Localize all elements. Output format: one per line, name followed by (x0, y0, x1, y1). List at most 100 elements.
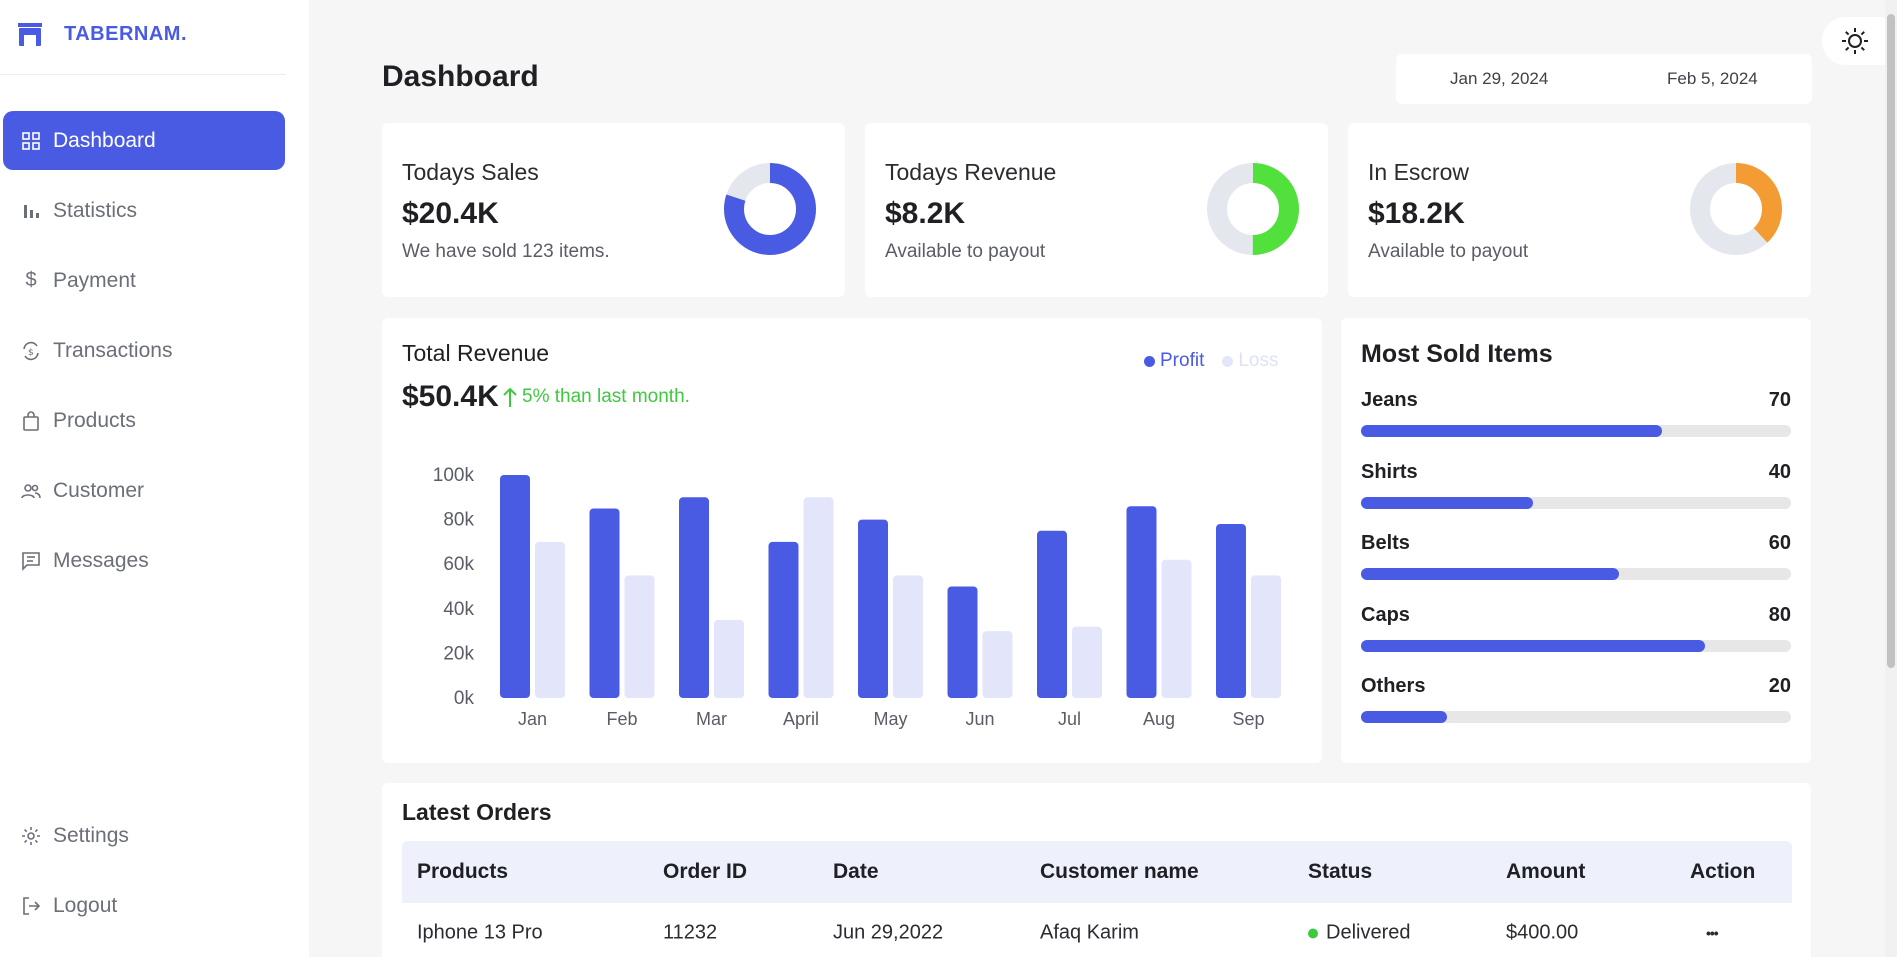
sidebar-item-settings[interactable]: Settings (3, 806, 285, 865)
revenue-growth: 5% than last month. (502, 386, 690, 408)
bar-profit[interactable] (679, 497, 709, 698)
bar-loss[interactable] (1072, 626, 1102, 698)
legend-profit[interactable]: Profit (1144, 350, 1204, 372)
sidebar-item-label: Dashboard (53, 128, 156, 152)
x-tick-label: Jul (1058, 709, 1081, 729)
stat-value: $20.4K (402, 197, 499, 230)
bar-loss[interactable] (535, 541, 565, 698)
sidebar-item-logout[interactable]: Logout (3, 876, 285, 935)
sidebar-item-label: Customer (53, 478, 145, 502)
status-dot (1308, 928, 1318, 938)
sidebar-item-label: Transactions (53, 338, 173, 362)
sidebar-item-label: Statistics (53, 198, 138, 222)
stat-subtitle: Available to payout (1368, 241, 1529, 262)
progress-track (1361, 711, 1791, 723)
legend-dot (1144, 355, 1155, 367)
page-title: Dashboard (382, 60, 539, 93)
sidebar-item-messages[interactable]: Messages (3, 531, 285, 590)
revenue-value: $50.4K (402, 380, 499, 413)
cell-product: Iphone 13 Pro (417, 921, 543, 944)
col-amount: Amount (1506, 860, 1586, 883)
item-count: 60 (1768, 532, 1791, 554)
item-label: Others (1361, 675, 1426, 697)
col-products: Products (417, 860, 509, 883)
item-label: Caps (1361, 604, 1410, 626)
brand-name: TABERNAM. (64, 22, 188, 45)
y-tick-label: 60k (443, 554, 474, 575)
gear-icon (19, 824, 43, 848)
message-icon (19, 549, 43, 573)
sidebar-item-label: Settings (53, 823, 129, 847)
sidebar-item-label: Logout (53, 893, 118, 917)
progress-track (1361, 640, 1791, 652)
sun-icon (1842, 28, 1868, 54)
item-label: Belts (1361, 532, 1410, 554)
date-end[interactable]: Feb 5, 2024 (1667, 69, 1758, 89)
sidebar-item-payment[interactable]: $ Payment (3, 251, 285, 310)
stat-title: Todays Sales (402, 159, 539, 185)
progress-track (1361, 568, 1791, 580)
bar-profit[interactable] (858, 519, 888, 698)
bar-profit[interactable] (589, 508, 620, 698)
x-tick-label: Jun (965, 709, 994, 729)
bar-profit[interactable] (768, 541, 799, 698)
x-tick-label: Aug (1143, 709, 1175, 729)
x-tick-label: May (873, 709, 907, 729)
sidebar-item-label: Payment (53, 268, 136, 292)
scrollbar[interactable] (1885, 0, 1897, 957)
sidebar-item-label: Messages (53, 548, 149, 572)
bar-loss[interactable] (982, 631, 1013, 698)
item-label: Shirts (1361, 461, 1418, 483)
stat-card-escrow: In Escrow $18.2K Available to payout (1348, 123, 1811, 297)
sidebar-item-dashboard[interactable]: Dashboard (3, 111, 285, 170)
legend-label: Loss (1238, 350, 1279, 371)
date-start[interactable]: Jan 29, 2024 (1450, 69, 1548, 89)
chart-legend: Profit Loss (1144, 350, 1297, 372)
sidebar-item-statistics[interactable]: Statistics (3, 181, 285, 240)
latest-orders-card: Latest Orders Products Order ID Date Cus… (382, 783, 1811, 957)
date-range-picker[interactable]: Jan 29, 2024 Feb 5, 2024 (1396, 54, 1812, 104)
sidebar-item-products[interactable]: Products (3, 391, 285, 450)
sidebar-item-transactions[interactable]: $ Transactions (3, 321, 285, 380)
x-tick-label: Mar (696, 709, 727, 729)
orders-title: Latest Orders (402, 799, 552, 825)
legend-dot (1222, 355, 1234, 367)
table-row[interactable]: Iphone 13 Pro 11232 Jun 29,2022 Afaq Kar… (402, 903, 1792, 957)
bar-profit[interactable] (1216, 524, 1246, 698)
item-count: 80 (1768, 604, 1791, 626)
progress-fill (1361, 425, 1662, 437)
x-tick-label: April (783, 709, 819, 729)
progress-fill (1361, 711, 1447, 723)
bar-loss[interactable] (803, 497, 834, 698)
revenue-bar-chart: 0k 20k 40k 60k 80k 100k Jan Feb Mar April May Jun Ju… (433, 465, 1281, 729)
brand[interactable]: TABERNAM. (16, 20, 187, 48)
cell-status: Delivered (1308, 922, 1410, 945)
sidebar: TABERNAM. Dashboard Statistics $ Payment… (0, 0, 309, 957)
more-actions-button[interactable]: ••• (1706, 925, 1719, 941)
shopping-bag-icon (19, 409, 43, 433)
bar-loss[interactable] (1161, 559, 1192, 698)
legend-loss[interactable]: Loss (1222, 350, 1279, 372)
svg-text:$: $ (28, 348, 34, 358)
bar-loss[interactable] (624, 575, 655, 698)
bar-profit[interactable] (947, 586, 978, 699)
cell-amount: $400.00 (1506, 921, 1579, 944)
theme-toggle-button[interactable] (1822, 17, 1888, 65)
bar-profit[interactable] (1126, 506, 1157, 698)
bar-loss[interactable] (1251, 575, 1281, 698)
legend-label: Profit (1160, 350, 1205, 371)
donut-chart (724, 163, 816, 255)
bar-profit[interactable] (500, 475, 530, 698)
donut-chart (1207, 163, 1299, 255)
item-count: 70 (1768, 389, 1791, 411)
y-tick-label: 20k (443, 643, 474, 664)
y-tick-label: 0k (454, 688, 475, 709)
users-icon (19, 479, 43, 503)
scrollbar-thumb[interactable] (1887, 14, 1895, 668)
bar-profit[interactable] (1037, 530, 1067, 698)
bar-loss[interactable] (893, 575, 923, 698)
bar-loss[interactable] (714, 619, 744, 698)
stat-title: Todays Revenue (885, 159, 1057, 185)
table-header: Products Order ID Date Customer name Sta… (402, 841, 1792, 903)
sidebar-item-customer[interactable]: Customer (3, 461, 285, 520)
